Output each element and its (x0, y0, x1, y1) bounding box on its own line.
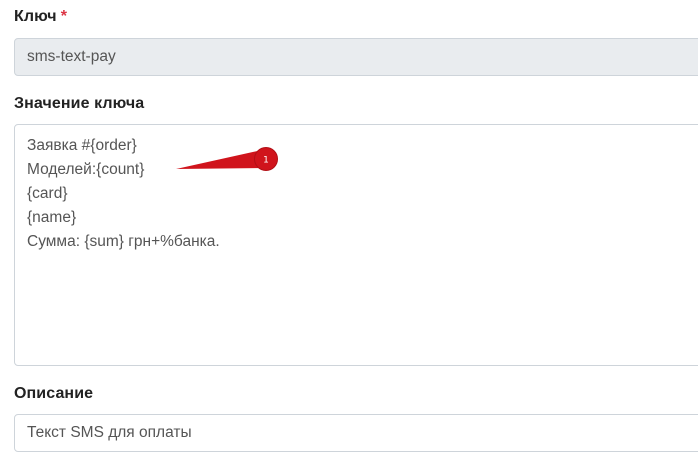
value-line: Сумма: {sum} грн+%банка. (27, 233, 220, 250)
value-line: {name} (27, 209, 77, 226)
description-field-value: Текст SMS для оплаты (27, 424, 192, 441)
key-field-value: sms-text-pay (27, 48, 116, 65)
value-line: Моделей:{count} (27, 161, 145, 178)
value-textarea[interactable]: Заявка #{order} Моделей:{count} {card} {… (14, 124, 698, 366)
description-field[interactable]: Текст SMS для оплаты (14, 414, 698, 452)
key-field[interactable]: sms-text-pay (14, 38, 698, 76)
edit-key-form: Ключ * sms-text-pay Значение ключа Заявка… (0, 0, 698, 467)
value-line: Заявка #{order} (27, 137, 137, 154)
description-label: Описание (14, 385, 94, 402)
value-label: Значение ключа (14, 95, 145, 112)
required-asterisk: * (60, 8, 68, 25)
key-label: Ключ * (14, 8, 67, 26)
value-line: {card} (27, 185, 68, 202)
key-label-text: Ключ (14, 8, 57, 25)
